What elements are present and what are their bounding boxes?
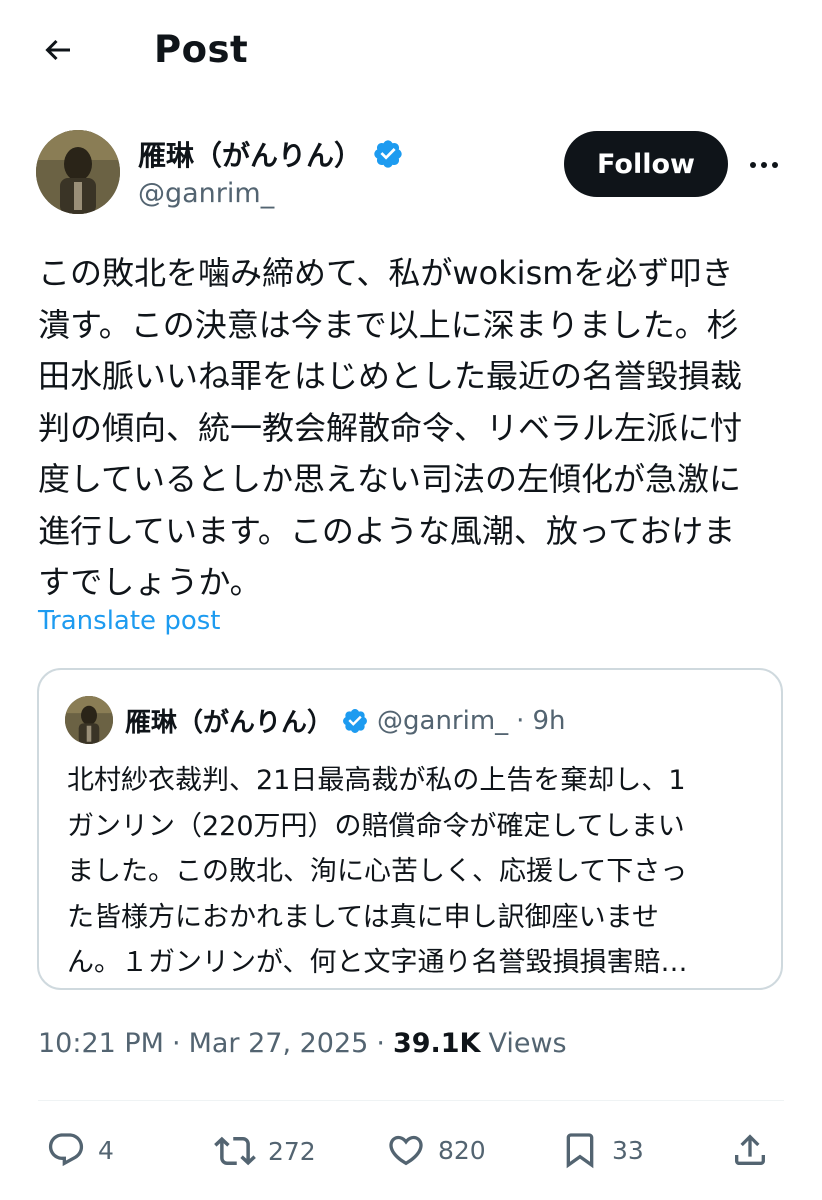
back-button[interactable]	[38, 30, 78, 70]
quoted-text-line: ました。この敗北、洵に心苦しく、応援して下さっ	[67, 856, 688, 887]
meta-separator: ·	[171, 1028, 181, 1059]
quoted-text-line: た皆様方におかれましては真に申し訳御座いませ	[67, 901, 659, 933]
page-title: Post	[154, 28, 249, 71]
verified-badge-icon	[374, 140, 402, 168]
quoted-avatar	[65, 696, 113, 744]
bookmark-button[interactable]: 33	[560, 1130, 644, 1170]
quoted-text: 北村紗衣裁判、21日最高裁が私の上告を棄却し、1 ガンリン（220万円）の賠償命…	[67, 758, 767, 986]
repost-count: 272	[268, 1136, 316, 1166]
author-handle[interactable]: @ganrim_	[138, 178, 274, 209]
post-text-line: 判の傾向、統一教会解散命令、リベラル左派に忖	[38, 408, 743, 447]
post-text-line: 田水脈いいね罪をはじめとした最近の名誉毀損裁	[38, 357, 743, 395]
translate-post-link[interactable]: Translate post	[38, 606, 220, 636]
top-bar: Post	[0, 0, 822, 100]
post-text-line: 潰す。この決意は今まで以上に深まりました。杉	[38, 305, 739, 344]
like-icon	[389, 1135, 423, 1166]
more-icon[interactable]	[744, 145, 784, 185]
quoted-time: 9h	[532, 705, 566, 736]
quoted-text-line: 北村紗衣裁判、21日最高裁が私の上告を棄却し、1	[67, 765, 686, 796]
reply-icon	[48, 1133, 84, 1167]
post-text: この敗北を噛み締めて、私がwokismを必ず叩き 潰す。この決意は今まで以上に深…	[38, 248, 798, 609]
bookmark-icon	[566, 1133, 594, 1169]
post-text-line: すでしょうか。	[38, 563, 262, 601]
bookmark-count: 33	[612, 1135, 644, 1165]
reply-count: 4	[98, 1135, 114, 1165]
quoted-author-name: 雁琳（がんりん）	[125, 708, 334, 738]
author-name-row: 雁琳（がんりん）	[138, 134, 404, 174]
post-date[interactable]: Mar 27, 2025	[189, 1028, 369, 1059]
post-time[interactable]: 10:21 PM	[38, 1028, 164, 1059]
repost-button[interactable]: 272	[214, 1130, 316, 1172]
views-label: Views	[488, 1028, 567, 1059]
post-text-line: 度しているとしか思えない司法の左傾化が急激に	[38, 460, 742, 498]
share-icon	[735, 1134, 765, 1165]
like-count: 820	[438, 1135, 486, 1165]
follow-button[interactable]: Follow	[564, 131, 728, 197]
action-bar: 4 272 820 33	[0, 1124, 822, 1184]
meta-separator: ·	[376, 1028, 385, 1059]
divider	[38, 1100, 784, 1101]
quoted-text-line: ガンリン（220万円）の賠償命令が確定してしまい	[67, 810, 685, 842]
quoted-text-line: ん。１ガンリンが、何と文字通り名誉毀損損害賠…	[67, 947, 688, 978]
repost-icon	[214, 1136, 256, 1166]
quoted-author-handle: @ganrim_	[377, 705, 509, 736]
post-text-line: 進行しています。このような風潮、放っておけま	[38, 511, 736, 550]
post-text-line: この敗北を噛み締めて、私がwokismを必ず叩き	[38, 254, 734, 292]
post-author: 雁琳（がんりん） @ganrim_ Follow	[36, 128, 786, 218]
quoted-header: 雁琳（がんりん） @ganrim_ · 9h	[125, 702, 565, 739]
back-arrow-icon	[45, 39, 70, 61]
share-button[interactable]	[730, 1130, 770, 1170]
like-button[interactable]: 820	[386, 1130, 486, 1170]
verified-badge-icon	[343, 708, 367, 733]
post-meta: 10:21 PM · Mar 27, 2025 · 39.1K Views	[38, 1028, 567, 1059]
quoted-separator: ·	[516, 705, 525, 736]
author-name[interactable]: 雁琳（がんりん）	[138, 134, 362, 174]
quoted-post[interactable]: 雁琳（がんりん） @ganrim_ · 9h 北村紗衣裁判、21日最高裁が私の上…	[37, 668, 783, 990]
views-count: 39.1K	[392, 1028, 481, 1059]
reply-button[interactable]: 4	[46, 1130, 114, 1170]
avatar[interactable]	[36, 130, 120, 214]
